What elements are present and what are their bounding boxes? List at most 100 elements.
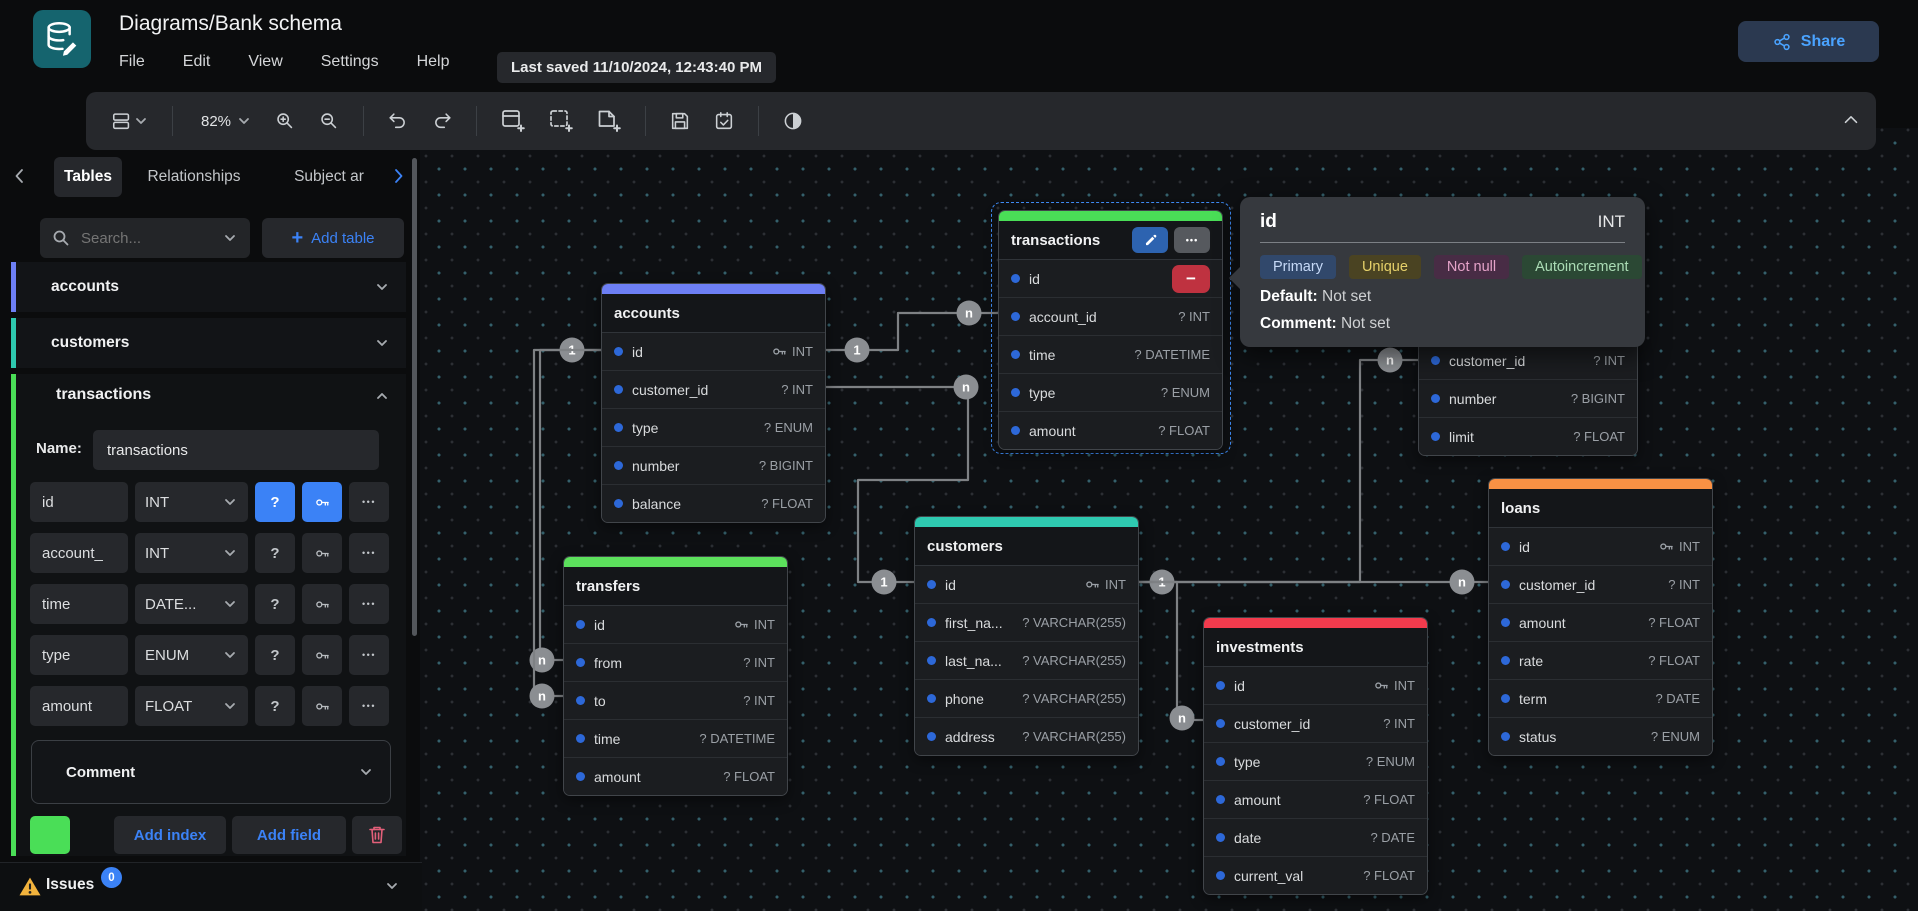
theme-contrast-button[interactable] [773,101,813,141]
table-field-row[interactable]: amount? FLOAT [564,758,787,795]
tab-tables[interactable]: Tables [54,157,122,197]
table-field-row[interactable]: type? ENUM [602,409,825,447]
primary-key-toggle[interactable] [302,482,342,522]
table-field-row[interactable]: last_na...? VARCHAR(255) [915,642,1138,680]
diagram-table-investments[interactable]: investmentsidINTcustomer_id? INTtype? EN… [1203,617,1428,895]
table-field-row[interactable]: rate? FLOAT [1489,642,1712,680]
sidebar-item-accounts[interactable]: accounts [11,262,406,312]
field-more-button[interactable]: ••• [349,584,389,624]
diagram-table-hidden[interactable]: customer_id? INTnumber? BIGINTlimit? FLO… [1418,341,1638,456]
table-header[interactable]: investments [1204,628,1427,667]
table-field-row[interactable]: number? BIGINT [602,447,825,485]
nullable-toggle[interactable]: ? [255,482,295,522]
field-type-select[interactable]: ENUM [135,635,248,675]
diagram-table-accounts[interactable]: accountsidINTcustomer_id? INTtype? ENUMn… [601,283,826,523]
table-field-row[interactable]: amount? FLOAT [1204,781,1427,819]
table-field-row[interactable]: amount? FLOAT [1489,604,1712,642]
table-field-row[interactable]: time? DATETIME [999,336,1222,374]
chevron-down-icon[interactable] [374,279,390,295]
table-field-row[interactable]: status? ENUM [1489,718,1712,755]
table-header[interactable]: transfers [564,567,787,606]
table-more-button[interactable]: ••• [1174,227,1210,253]
field-name-input[interactable]: type [30,635,128,675]
table-search[interactable] [40,218,250,258]
nullable-toggle[interactable]: ? [255,584,295,624]
table-field-row[interactable]: phone? VARCHAR(255) [915,680,1138,718]
primary-key-toggle[interactable] [302,584,342,624]
table-field-row[interactable]: from? INT [564,644,787,682]
field-type-select[interactable]: FLOAT [135,686,248,726]
add-note-button[interactable] [587,101,631,141]
field-more-button[interactable]: ••• [349,635,389,675]
issues-bar[interactable]: Issues 0 [0,862,422,911]
tabs-scroll-left-button[interactable] [10,166,30,186]
table-color-swatch[interactable] [30,816,70,854]
field-name-input[interactable]: time [30,584,128,624]
field-type-select[interactable]: INT [135,533,248,573]
app-logo[interactable] [33,10,91,68]
table-field-row[interactable]: first_na...? VARCHAR(255) [915,604,1138,642]
table-field-row[interactable]: customer_id? INT [1204,705,1427,743]
table-field-row[interactable]: type? ENUM [1204,743,1427,781]
primary-key-toggle[interactable] [302,686,342,726]
diagram-table-customers[interactable]: customersidINTfirst_na...? VARCHAR(255)l… [914,516,1139,756]
field-more-button[interactable]: ••• [349,533,389,573]
add-index-button[interactable]: Add index [114,816,226,854]
table-name-input[interactable] [93,430,379,470]
redo-button[interactable] [422,101,462,141]
field-type-select[interactable]: DATE... [135,584,248,624]
table-header[interactable]: customers [915,527,1138,566]
field-name-input[interactable]: id [30,482,128,522]
field-more-button[interactable]: ••• [349,686,389,726]
nullable-toggle[interactable]: ? [255,635,295,675]
edit-table-button[interactable] [1132,227,1168,253]
collapse-toolbar-button[interactable] [1840,109,1862,131]
zoom-level-dropdown[interactable]: 82% [187,101,261,141]
nullable-toggle[interactable]: ? [255,533,295,573]
delete-table-button[interactable] [352,816,402,854]
chevron-up-icon[interactable] [374,388,390,404]
table-field-row[interactable]: address? VARCHAR(255) [915,718,1138,755]
diagram-table-loans[interactable]: loansidINTcustomer_id? INTamount? FLOATr… [1488,478,1713,756]
table-field-row[interactable]: time? DATETIME [564,720,787,758]
table-field-row[interactable]: idINT [602,333,825,371]
primary-key-toggle[interactable] [302,533,342,573]
table-field-row[interactable]: id− [999,260,1222,298]
primary-key-toggle[interactable] [302,635,342,675]
table-header[interactable]: loans [1489,489,1712,528]
table-header[interactable]: accounts [602,294,825,333]
add-table-button[interactable] [491,101,535,141]
table-field-row[interactable]: idINT [564,606,787,644]
chevron-down-icon[interactable] [374,335,390,351]
table-field-row[interactable]: current_val? FLOAT [1204,857,1427,894]
save-button[interactable] [660,101,700,141]
sidebar-item-customers[interactable]: customers [11,318,406,368]
undo-button[interactable] [378,101,418,141]
nullable-toggle[interactable]: ? [255,686,295,726]
sidebar-scrollbar[interactable] [412,158,417,636]
field-name-input[interactable]: account_ [30,533,128,573]
diagram-table-transactions[interactable]: transactions•••id−account_id? INTtime? D… [998,210,1223,450]
table-field-row[interactable]: customer_id? INT [602,371,825,409]
menu-settings[interactable]: Settings [321,53,379,71]
diagram-table-transfers[interactable]: transfersidINTfrom? INTto? INTtime? DATE… [563,556,788,796]
table-field-row[interactable]: customer_id? INT [1489,566,1712,604]
field-name-input[interactable]: amount [30,686,128,726]
table-field-row[interactable]: idINT [1489,528,1712,566]
table-field-row[interactable]: term? DATE [1489,680,1712,718]
share-button[interactable]: Share [1738,21,1879,62]
menu-file[interactable]: File [119,53,145,71]
tabs-scroll-right-button[interactable] [388,166,408,186]
field-type-select[interactable]: INT [135,482,248,522]
zoom-out-button[interactable] [309,101,349,141]
menu-edit[interactable]: Edit [183,53,211,71]
zoom-in-button[interactable] [265,101,305,141]
add-table-button-sidebar[interactable]: + Add table [262,218,404,258]
table-field-row[interactable]: idINT [1204,667,1427,705]
field-more-button[interactable]: ••• [349,482,389,522]
add-area-button[interactable] [539,101,583,141]
tab-subject-areas[interactable]: Subject ar [281,157,377,197]
table-field-row[interactable]: number? BIGINT [1419,380,1637,418]
table-header[interactable]: transactions••• [999,221,1222,260]
table-field-row[interactable]: account_id? INT [999,298,1222,336]
